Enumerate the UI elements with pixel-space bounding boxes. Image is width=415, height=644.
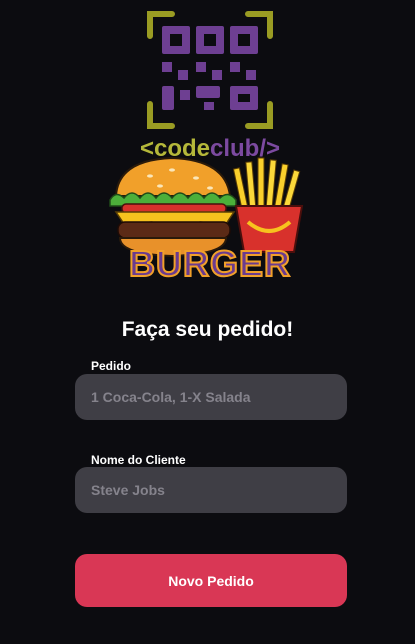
order-label: Pedido xyxy=(91,359,132,373)
client-name-input[interactable] xyxy=(75,467,347,513)
order-input[interactable] xyxy=(75,374,347,420)
logo-graphic: <codeclub/> BURGER xyxy=(109,11,304,285)
codeclub-burger-logo: <codeclub/> BURGER xyxy=(0,0,415,300)
qr-code-icon xyxy=(162,26,258,110)
fries-illustration xyxy=(232,157,304,253)
burger-wordmark: BURGER xyxy=(129,243,291,284)
client-name-label: Nome do Cliente xyxy=(91,453,186,467)
new-order-button[interactable]: Novo Pedido xyxy=(75,554,347,607)
order-page: <codeclub/> BURGER Faça seu pedido! Pedi… xyxy=(0,0,415,644)
burger-illustration xyxy=(109,156,237,258)
page-title: Faça seu pedido! xyxy=(121,318,294,341)
